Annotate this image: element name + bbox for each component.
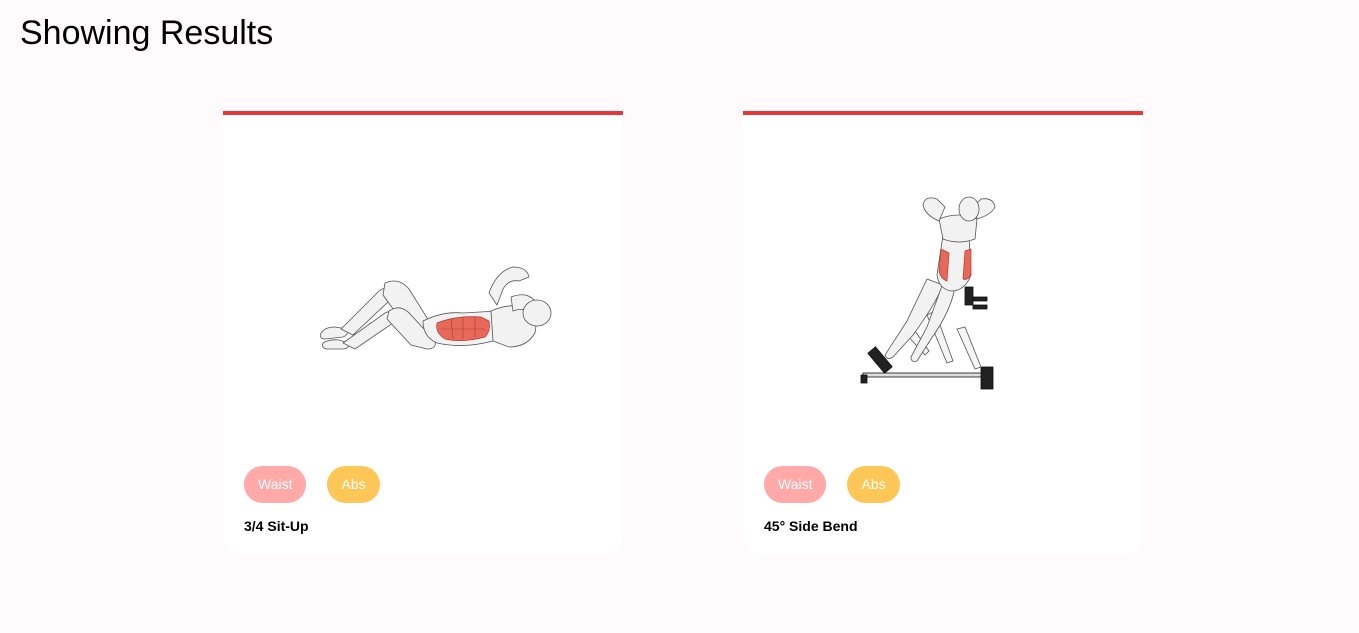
exercise-name: 3/4 Sit-Up xyxy=(244,518,309,534)
exercise-card[interactable]: Waist Abs 45° Side Bend xyxy=(743,111,1143,555)
roman-chair-side-bend-illustration xyxy=(860,196,996,390)
exercise-name: 45° Side Bend xyxy=(764,518,858,534)
results-page: Showing Results Waist Abs 3/4 Sit-Up Wai… xyxy=(0,0,1359,633)
page-title: Showing Results xyxy=(20,14,274,52)
tag-waist[interactable]: Waist xyxy=(764,466,827,503)
exercise-card[interactable]: Waist Abs 3/4 Sit-Up xyxy=(223,111,623,555)
tag-list: Waist Abs xyxy=(764,466,900,503)
tag-waist[interactable]: Waist xyxy=(244,466,307,503)
tag-abs[interactable]: Abs xyxy=(847,466,900,503)
tag-abs[interactable]: Abs xyxy=(327,466,380,503)
tag-list: Waist Abs xyxy=(244,466,380,503)
crunch-exercise-illustration xyxy=(320,266,552,350)
